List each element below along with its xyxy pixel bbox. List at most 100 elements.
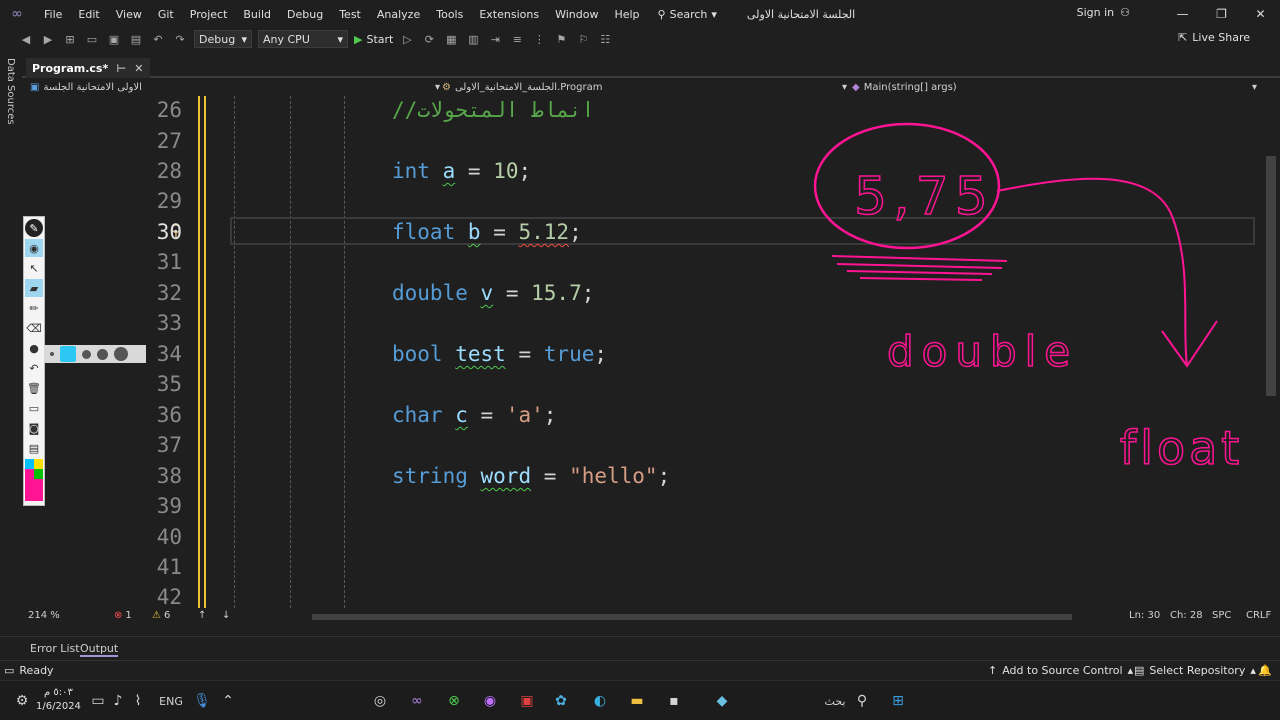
menu-analyze[interactable]: Analyze	[369, 8, 428, 21]
clipboard-icon[interactable]: ▤	[25, 439, 43, 457]
swatch-cyan-yellow[interactable]	[25, 459, 43, 469]
swatch-pink-green[interactable]	[25, 469, 43, 479]
menu-tools[interactable]: Tools	[428, 8, 471, 21]
trash-icon[interactable]: 🗑	[25, 379, 43, 397]
warning-count[interactable]: ⚠ 6	[152, 610, 170, 621]
menu-debug[interactable]: Debug	[279, 8, 331, 21]
format-icon[interactable]: ≡	[509, 31, 525, 47]
open-icon[interactable]: ▭	[84, 31, 100, 47]
chat-app-icon[interactable]: ✿	[549, 689, 573, 713]
taskbar-search-label[interactable]: بحث	[820, 689, 850, 713]
bookmark-next-icon[interactable]: ⚐	[575, 31, 591, 47]
bookmark-icon[interactable]: ⚑	[553, 31, 569, 47]
restore-icon[interactable]: ❐	[1202, 0, 1241, 28]
eye-icon[interactable]: ◉	[25, 239, 43, 257]
eraser-icon[interactable]: ⌫	[25, 319, 43, 337]
windows-start-icon[interactable]: ⊞	[886, 689, 910, 713]
minimize-icon[interactable]: —	[1163, 0, 1202, 28]
line-ending[interactable]: CRLF	[1246, 610, 1271, 621]
size-option[interactable]	[82, 349, 91, 359]
tab-output[interactable]: Output	[80, 642, 119, 657]
sign-in-button[interactable]: Sign in ⚇	[1077, 6, 1130, 19]
select-repository-button[interactable]: ▤ Select Repository ▴	[1134, 664, 1256, 677]
size-option[interactable]	[97, 348, 108, 360]
menu-git[interactable]: Git	[150, 8, 182, 21]
arrow-up-icon[interactable]: ↑	[198, 610, 206, 621]
back-icon[interactable]: ◀	[18, 31, 34, 47]
tab-error-list[interactable]: Error List	[30, 642, 80, 655]
bulb-icon[interactable]: ✎	[25, 219, 43, 237]
search-icon[interactable]: ⚲	[850, 689, 874, 713]
spacing-mode[interactable]: SPC	[1212, 610, 1231, 621]
save-all-icon[interactable]: ▤	[128, 31, 144, 47]
wifi-icon[interactable]: ⌇	[126, 689, 150, 713]
film-app-icon[interactable]: ▣	[515, 689, 539, 713]
arrow-down-icon[interactable]: ↓	[222, 610, 230, 621]
close-icon[interactable]: ✕	[1241, 0, 1280, 28]
add-to-source-control-button[interactable]: ↑ Add to Source Control ▴	[988, 664, 1133, 677]
horizontal-scrollbar-thumb[interactable]	[312, 614, 1072, 620]
pin-icon[interactable]: ⊢	[116, 62, 126, 75]
xbox-icon[interactable]: ⊗	[442, 689, 466, 713]
vertical-scrollbar[interactable]	[1262, 96, 1280, 608]
size-option-selected[interactable]	[60, 346, 76, 362]
chevron-up-icon[interactable]: ⌃	[216, 689, 240, 713]
size-option[interactable]	[114, 347, 128, 361]
camera-icon[interactable]: ◙	[25, 419, 43, 437]
menu-edit[interactable]: Edit	[70, 8, 107, 21]
store-icon[interactable]: ▪	[662, 689, 686, 713]
gear-icon[interactable]: ⚙	[10, 689, 34, 713]
notifications-icon[interactable]: 🔔	[1258, 664, 1272, 677]
start-without-debugging-icon[interactable]: ▷	[399, 31, 415, 47]
taskbar-clock[interactable]: ٥:٠٣ م 1/6/2024	[36, 686, 81, 714]
menu-test[interactable]: Test	[331, 8, 369, 21]
vertical-scrollbar-thumb[interactable]	[1266, 156, 1276, 396]
cursor-icon[interactable]: ↖	[25, 259, 43, 277]
save-icon[interactable]: ▣	[106, 31, 122, 47]
error-count[interactable]: ⊗ 1	[114, 610, 132, 621]
new-project-icon[interactable]: ⊞	[62, 31, 78, 47]
start-button[interactable]: ▶ Start	[354, 33, 393, 46]
code-editor[interactable]: ⚲ 26 27 28 29 30 31 32 33 34 35 36 37 38…	[22, 96, 1262, 608]
screen-icon[interactable]: ▭	[25, 399, 43, 417]
menu-file[interactable]: File	[36, 8, 70, 21]
language-indicator[interactable]: ENG	[156, 689, 186, 713]
data-sources-tab[interactable]: Data Sources	[5, 58, 16, 125]
dot-size-icon[interactable]: ●	[25, 339, 43, 357]
redo-icon[interactable]: ↷	[172, 31, 188, 47]
menu-window[interactable]: Window	[547, 8, 606, 21]
visual-studio-icon[interactable]: ∞	[405, 689, 429, 713]
undo-icon[interactable]: ↶	[150, 31, 166, 47]
swatch-pink[interactable]	[25, 479, 43, 501]
highlighter-icon[interactable]: ▰	[25, 279, 43, 297]
search-button[interactable]: ⚲ Search ▾	[648, 8, 727, 21]
microphone-icon[interactable]: 🎙	[190, 689, 214, 713]
paint-app-icon[interactable]: ◆	[705, 689, 739, 713]
close-icon[interactable]: ✕	[134, 62, 143, 75]
file-explorer-icon[interactable]: ▬	[625, 689, 649, 713]
obs-icon[interactable]: ◎	[368, 689, 392, 713]
layout-icon[interactable]: ▥	[465, 31, 481, 47]
member-dropdown[interactable]: ◆ Main(string[] args) ▾	[852, 78, 1257, 96]
undo-icon[interactable]: ↶	[25, 359, 43, 377]
size-option[interactable]	[50, 352, 54, 356]
forward-icon[interactable]: ▶	[40, 31, 56, 47]
live-share-button[interactable]: ⇱ Live Share	[1178, 31, 1250, 44]
menu-project[interactable]: Project	[182, 8, 236, 21]
project-dropdown[interactable]: ▣ الاولى الامتحانية الجلسة ▾	[30, 78, 440, 96]
menu-build[interactable]: Build	[235, 8, 279, 21]
tab-program-cs[interactable]: Program.cs* ⊢ ✕	[26, 58, 150, 78]
comment-icon[interactable]: ⋮	[531, 31, 547, 47]
camera-app-icon[interactable]: ◉	[478, 689, 502, 713]
menu-view[interactable]: View	[108, 8, 150, 21]
step-icon[interactable]: ⇥	[487, 31, 503, 47]
zoom-level[interactable]: 214 %	[28, 610, 60, 621]
hot-reload-icon[interactable]: ⟳	[421, 31, 437, 47]
menu-help[interactable]: Help	[606, 8, 647, 21]
edge-icon[interactable]: ◐	[588, 689, 612, 713]
menu-extensions[interactable]: Extensions	[471, 8, 547, 21]
pen-icon[interactable]: ✏	[25, 299, 43, 317]
configuration-select[interactable]: Debug ▾	[194, 30, 252, 48]
platform-select[interactable]: Any CPU ▾	[258, 30, 348, 48]
browse-icon[interactable]: ▦	[443, 31, 459, 47]
